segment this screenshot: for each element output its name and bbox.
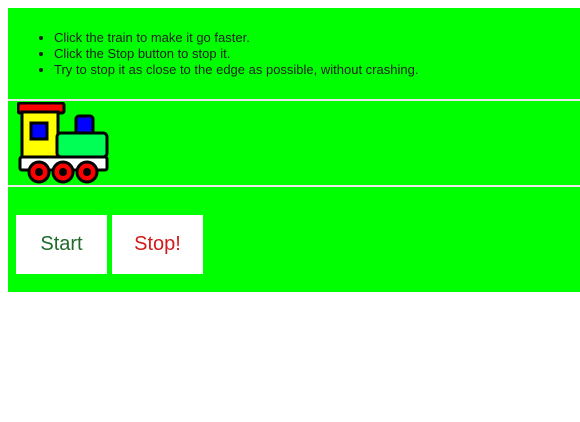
track-top-line (8, 99, 580, 101)
game-panel: Click the train to make it go faster. Cl… (8, 8, 580, 292)
track-bottom-line (8, 185, 580, 187)
instruction-item: Click the train to make it go faster. (54, 30, 418, 46)
train-icon[interactable] (16, 101, 109, 184)
stop-button[interactable]: Stop! (112, 215, 203, 274)
instructions-list: Click the train to make it go faster. Cl… (8, 30, 418, 78)
start-button[interactable]: Start (16, 215, 107, 274)
instruction-item: Click the Stop button to stop it. (54, 46, 418, 62)
instruction-item: Try to stop it as close to the edge as p… (54, 62, 418, 78)
